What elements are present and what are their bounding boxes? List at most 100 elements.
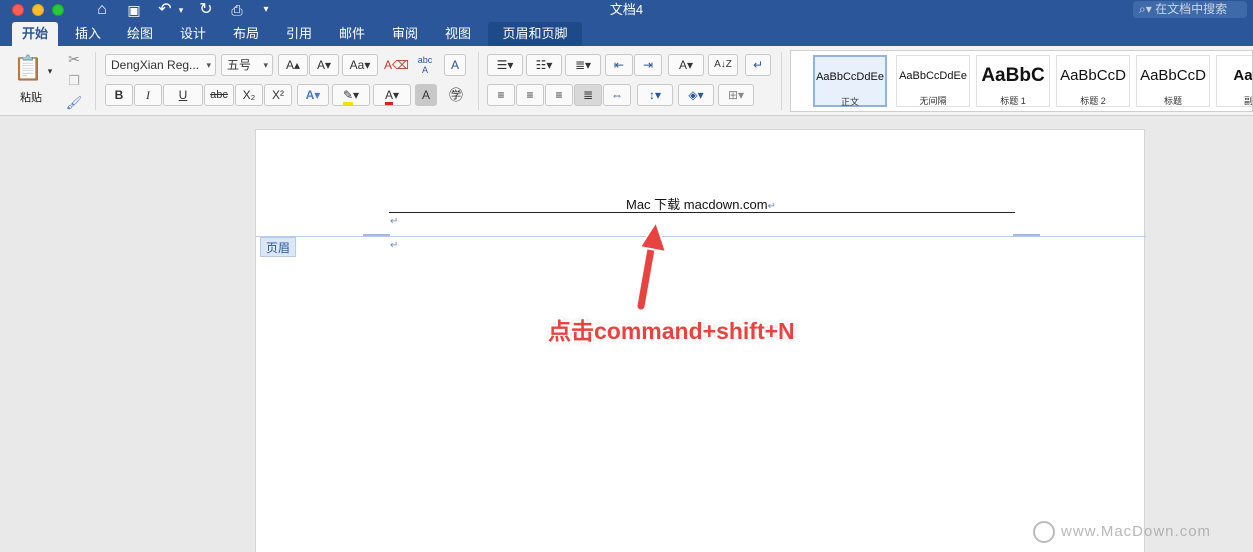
watermark-text: www.MacDown.com (1061, 522, 1212, 540)
align-left-icon[interactable]: ≡ (487, 84, 515, 106)
separator (478, 52, 479, 110)
font-name-select[interactable]: DengXian Reg... (105, 54, 216, 76)
sort-icon[interactable]: A↓Z (708, 54, 738, 76)
minimize-window-button[interactable] (32, 4, 44, 16)
enclose-character-icon[interactable]: ㊫ (444, 84, 468, 106)
shrink-font-icon[interactable]: A▾ (309, 54, 339, 76)
change-case-icon[interactable]: Aa▾ (342, 54, 378, 76)
annotation-label: 点击command+shift+N (548, 318, 795, 344)
undo-icon[interactable]: ↶ (155, 0, 175, 20)
show-paragraph-marks-icon[interactable]: ↵ (745, 54, 771, 76)
style-preview: AaBb (1233, 67, 1253, 84)
style-label: 无间隔 (919, 96, 947, 106)
customize-toolbar-icon[interactable]: ▾ (259, 0, 273, 20)
title-bar: ⌂ ▣ ↶ ▾ ↻ ⎙ ▾ 文档4 ⌕▾ 在文档中搜索 (0, 0, 1253, 20)
macdown-logo-icon (1033, 521, 1055, 543)
paragraph-mark: ↵ (390, 216, 399, 227)
style-preview: AaBbCcD (1140, 67, 1206, 84)
search-box[interactable]: ⌕▾ 在文档中搜索 (1133, 1, 1247, 18)
subscript-button[interactable]: X₂ (235, 84, 263, 106)
tab-layout[interactable]: 布局 (224, 22, 268, 46)
style-label: 标题 1 (1000, 96, 1026, 106)
save-icon[interactable]: ▣ (124, 0, 144, 20)
grow-font-icon[interactable]: A▴ (278, 54, 308, 76)
tab-view[interactable]: 视图 (436, 22, 480, 46)
character-border-icon[interactable]: A (444, 54, 466, 76)
separator (781, 52, 782, 110)
align-center-icon[interactable]: ≡ (516, 84, 544, 106)
bullets-icon[interactable]: ☰▾ (487, 54, 523, 76)
tab-draw[interactable]: 绘图 (118, 22, 162, 46)
style-label: 标题 2 (1080, 96, 1106, 106)
style-preview: AaBbC (981, 65, 1045, 86)
style-preview: AaBbCcDdEe (816, 71, 884, 83)
home-icon[interactable]: ⌂ (92, 0, 112, 20)
tab-insert[interactable]: 插入 (66, 22, 110, 46)
undo-dropdown-icon[interactable]: ▾ (175, 0, 187, 20)
bold-button[interactable]: B (105, 84, 133, 106)
highlight-color-icon[interactable]: ✎▾ (332, 84, 370, 106)
header-content[interactable]: Mac 下载 macdown.com↵ (256, 194, 1146, 213)
ribbon: 📋 ▾ 粘贴 ✂ ❐ 🖌 DengXian Reg... 五号 A▴ A▾ Aa… (0, 46, 1253, 116)
redo-icon[interactable]: ↻ (196, 0, 216, 20)
tab-review[interactable]: 审阅 (383, 22, 427, 46)
print-icon[interactable]: ⎙ (227, 0, 247, 20)
cut-icon[interactable]: ✂ (64, 48, 84, 70)
paragraph-mark: ↵ (767, 201, 776, 212)
underline-button[interactable]: U (163, 84, 203, 106)
style-heading-2[interactable]: AaBbCcD 标题 2 (1056, 55, 1130, 107)
paste-dropdown-icon[interactable]: ▾ (44, 60, 56, 82)
style-subtitle[interactable]: AaBb 副标 (1216, 55, 1253, 107)
style-title[interactable]: AaBbCcD 标题 (1136, 55, 1210, 107)
line-spacing-icon[interactable]: ↕▾ (637, 84, 673, 106)
style-preview: AaBbCcDdEe (899, 70, 967, 82)
font-color-icon[interactable]: A▾ (373, 84, 411, 106)
copy-icon[interactable]: ❐ (64, 70, 84, 92)
multilevel-list-icon[interactable]: ≣▾ (565, 54, 601, 76)
close-window-button[interactable] (12, 4, 24, 16)
format-painter-icon[interactable]: 🖌 (64, 92, 84, 114)
shading-icon[interactable]: ◈▾ (678, 84, 714, 106)
style-no-spacing[interactable]: AaBbCcDdEe 无间隔 (896, 55, 970, 107)
tab-home[interactable]: 开始 (12, 22, 58, 46)
increase-indent-icon[interactable]: ⇥ (634, 54, 662, 76)
tab-mailings[interactable]: 邮件 (330, 22, 374, 46)
header-boundary-line (256, 236, 1146, 237)
decrease-indent-icon[interactable]: ⇤ (605, 54, 633, 76)
tab-header-footer[interactable]: 页眉和页脚 (488, 22, 582, 46)
tab-references[interactable]: 引用 (277, 22, 321, 46)
zoom-window-button[interactable] (52, 4, 64, 16)
style-preview: AaBbCcD (1060, 67, 1126, 84)
phonetic-guide-icon[interactable]: abc A (412, 54, 438, 76)
strikethrough-button[interactable]: abc (204, 84, 234, 106)
header-label: 页眉 (260, 237, 297, 257)
text-direction-icon[interactable]: A▾ (668, 54, 704, 76)
paste-icon[interactable]: 📋 (12, 50, 43, 88)
style-label: 副标 (1243, 96, 1253, 106)
align-right-icon[interactable]: ≡ (545, 84, 573, 106)
document-title: 文档4 (609, 2, 644, 17)
paragraph-mark: ↵ (390, 240, 399, 251)
style-heading-1[interactable]: AaBbC 标题 1 (976, 55, 1050, 107)
superscript-button[interactable]: X² (264, 84, 292, 106)
text-effects-icon[interactable]: A▾ (297, 84, 329, 106)
font-size-select[interactable]: 五号 (221, 54, 273, 76)
justify-icon[interactable]: ≣ (574, 84, 602, 106)
separator (95, 52, 96, 110)
borders-icon[interactable]: ⊞▾ (718, 84, 754, 106)
style-label: 正文 (840, 97, 859, 107)
search-icon: ⌕▾ (1139, 2, 1152, 16)
ribbon-tab-row: 开始 插入 绘图 设计 布局 引用 邮件 审阅 视图 页眉和页脚 (0, 20, 1253, 46)
character-shading-icon[interactable]: A (415, 84, 437, 106)
distributed-icon[interactable]: ⇔ (603, 84, 631, 106)
styles-gallery: AaBbCcDdEe 正文 AaBbCcDdEe 无间隔 AaBbC 标题 1 … (790, 50, 1253, 112)
watermark: www.MacDown.com (1033, 521, 1211, 543)
tab-design[interactable]: 设计 (171, 22, 215, 46)
search-placeholder: 在文档中搜索 (1155, 2, 1228, 16)
numbering-icon[interactable]: ☷▾ (526, 54, 562, 76)
italic-button[interactable]: I (134, 84, 162, 106)
style-label: 标题 (1163, 96, 1182, 106)
style-normal[interactable]: AaBbCcDdEe 正文 (813, 55, 887, 107)
clear-formatting-icon[interactable]: A⌫ (383, 54, 409, 76)
paste-label: 粘贴 (20, 92, 42, 104)
